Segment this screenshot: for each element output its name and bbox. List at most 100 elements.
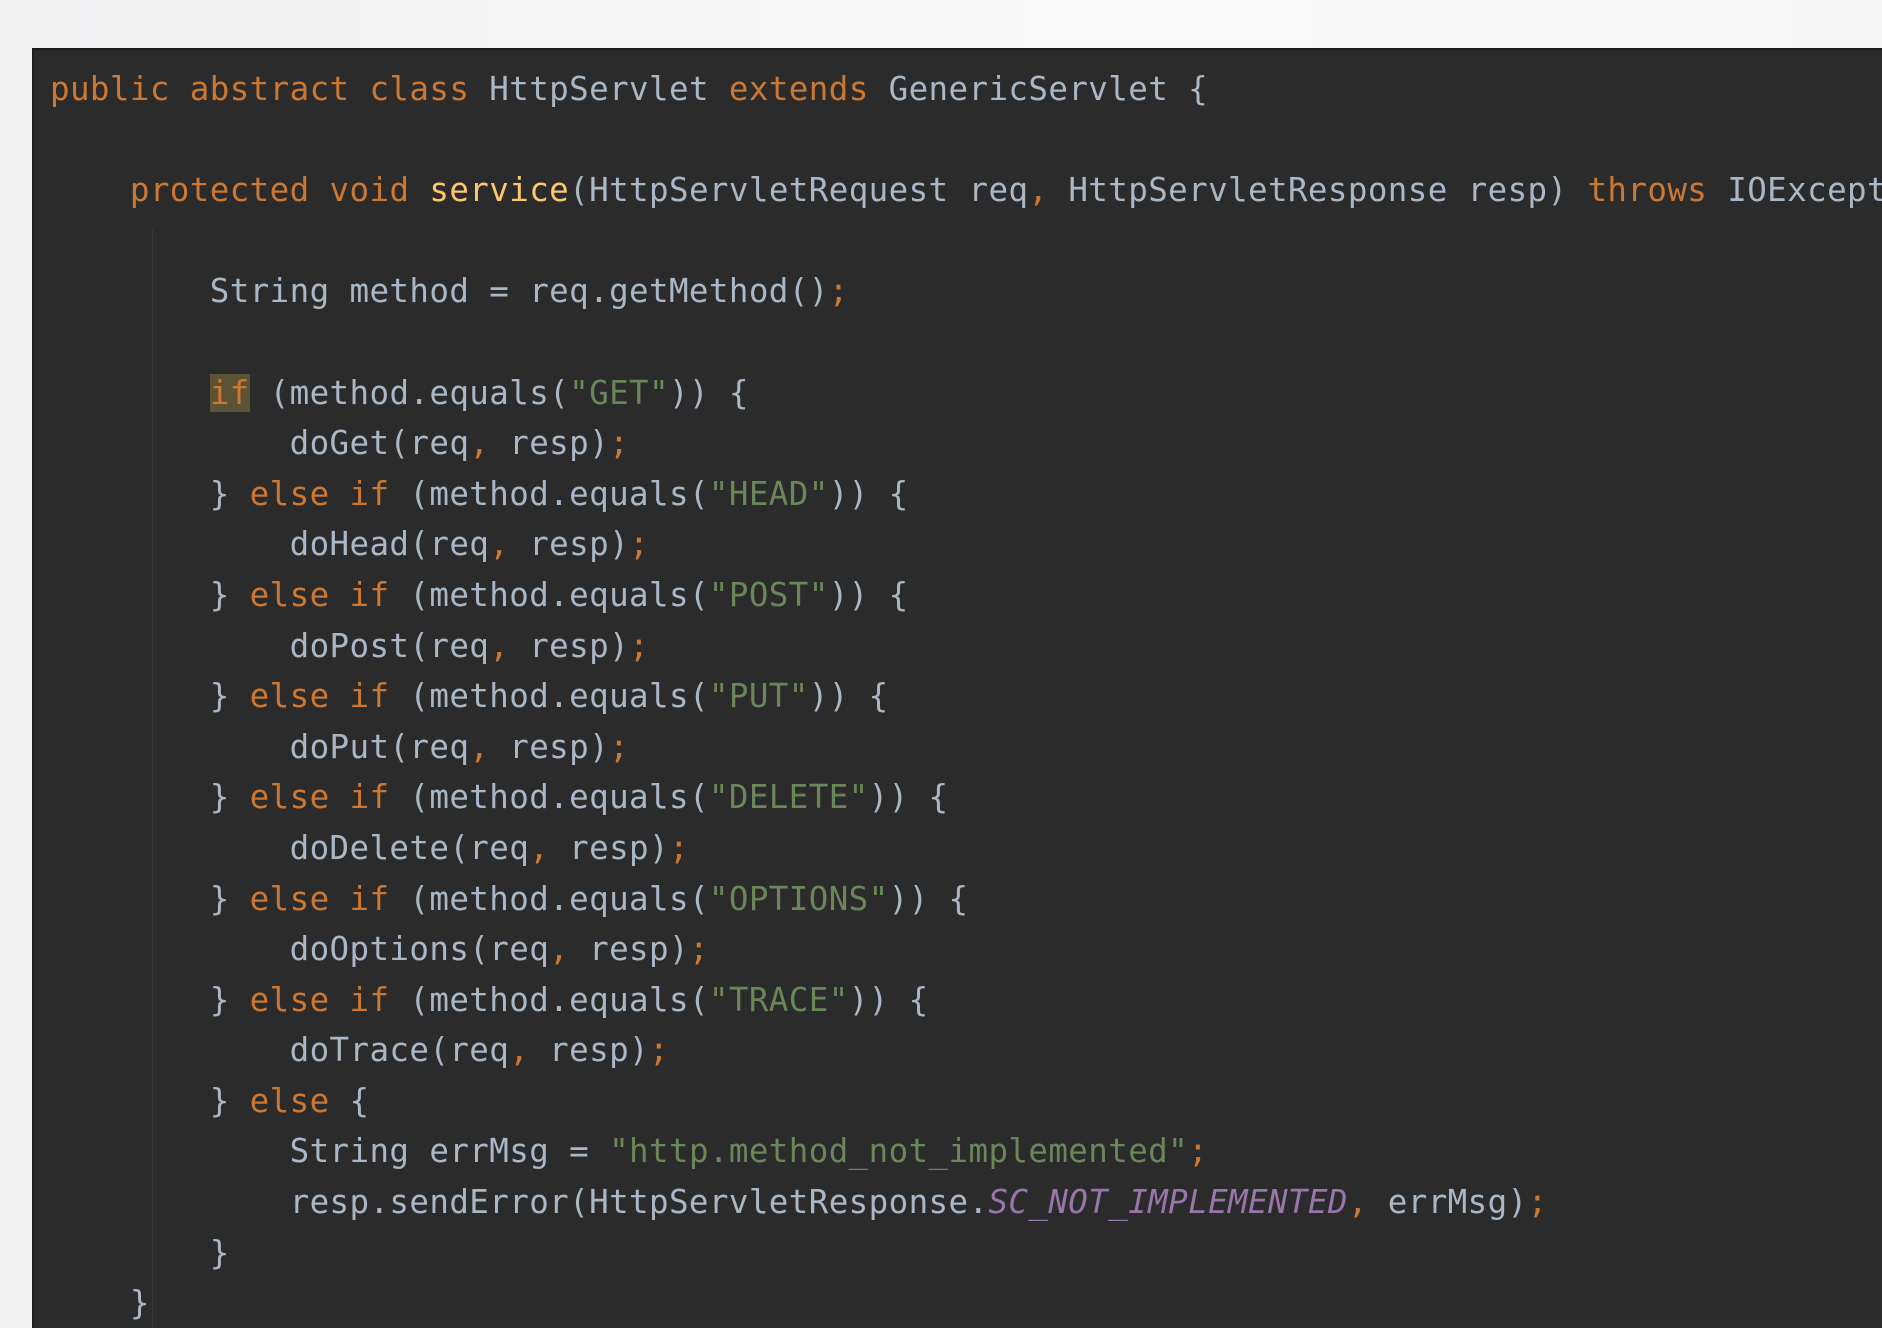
code-line[interactable]: doHead(req, resp); <box>50 519 1882 570</box>
code-token: , <box>1028 171 1069 210</box>
code-editor[interactable]: public abstract class HttpServlet extend… <box>32 48 1882 1328</box>
code-line[interactable]: } <box>50 1278 1882 1328</box>
code-line[interactable]: } else { <box>50 1076 1882 1127</box>
code-token: , <box>1347 1183 1388 1222</box>
code-token: (method.equals( <box>409 879 709 918</box>
code-token: resp) <box>549 1031 650 1070</box>
code-token: ; <box>828 272 849 311</box>
code-token: } <box>50 474 250 513</box>
code-token: String errMsg = <box>50 1132 610 1171</box>
code-token: resp) <box>589 930 689 969</box>
code-token: doHead(req <box>50 525 490 564</box>
code-token: , <box>529 828 570 867</box>
code-token: HttpServlet <box>489 70 729 108</box>
code-token: ; <box>629 525 650 564</box>
code-token: doPut(req <box>50 727 470 766</box>
code-token: doDelete(req <box>50 828 530 867</box>
code-line[interactable] <box>50 216 1882 267</box>
code-line[interactable]: } <box>50 1228 1882 1279</box>
code-line[interactable]: } else if (method.equals("HEAD")) { <box>50 469 1882 520</box>
code-token: )) { <box>808 677 889 716</box>
code-token: GenericServlet { <box>888 70 1209 108</box>
code-token: else if <box>249 778 410 817</box>
code-line[interactable]: doOptions(req, resp); <box>50 924 1882 975</box>
code-token: } <box>50 1284 150 1323</box>
code-line[interactable]: public abstract class HttpServlet extend… <box>50 64 1882 115</box>
code-line[interactable]: } else if (method.equals("TRACE")) { <box>50 975 1882 1026</box>
code-line[interactable]: String errMsg = "http.method_not_impleme… <box>50 1126 1882 1177</box>
code-token: resp.sendError(HttpServletResponse. <box>50 1183 989 1222</box>
code-token: )) { <box>668 373 749 412</box>
code-token: "DELETE" <box>708 778 869 817</box>
code-token: IOException { <box>1727 171 1882 210</box>
code-token: else if <box>249 879 410 918</box>
code-token: doTrace(req <box>50 1031 510 1070</box>
code-token: ; <box>668 828 689 867</box>
code-token: "POST" <box>708 575 829 614</box>
code-token: else if <box>249 677 410 716</box>
code-token: , <box>469 424 510 463</box>
code-token: "GET" <box>569 373 669 412</box>
code-token: ; <box>649 1031 669 1070</box>
code-token: "http.method_not_implemented" <box>609 1132 1189 1171</box>
code-token: } <box>50 778 250 817</box>
code-token: "HEAD" <box>708 474 829 513</box>
code-line[interactable]: resp.sendError(HttpServletResponse.SC_NO… <box>50 1177 1882 1228</box>
code-token: , <box>509 1031 550 1070</box>
code-token: else if <box>249 575 410 614</box>
code-token: )) { <box>868 778 949 817</box>
code-token: (method.equals( <box>409 677 709 716</box>
code-line[interactable]: doPut(req, resp); <box>50 722 1882 773</box>
code-token: (HttpServletRequest req <box>569 171 1029 210</box>
code-token: service <box>429 171 570 210</box>
code-line[interactable]: if (method.equals("GET")) { <box>50 368 1882 419</box>
code-token: resp) <box>569 828 669 867</box>
code-line[interactable] <box>50 115 1882 166</box>
code-token: resp) <box>509 424 610 463</box>
code-token: public abstract class <box>50 70 490 108</box>
code-token: ; <box>688 930 709 969</box>
code-token: "PUT" <box>708 677 809 716</box>
code-token: )) { <box>828 474 909 513</box>
code-line[interactable]: doGet(req, resp); <box>50 418 1882 469</box>
code-line[interactable]: doPost(req, resp); <box>50 621 1882 672</box>
code-token: HttpServletResponse resp) <box>1068 171 1588 210</box>
code-token: doGet(req <box>50 424 470 463</box>
code-token: ; <box>1527 1183 1548 1222</box>
code-token: resp) <box>509 727 610 766</box>
code-token: "TRACE" <box>708 980 849 1019</box>
code-token: } <box>50 575 250 614</box>
code-token: throws <box>1587 171 1728 210</box>
code-token: (method.equals( <box>409 575 709 614</box>
code-token: , <box>469 727 510 766</box>
code-line[interactable]: } else if (method.equals("OPTIONS")) { <box>50 874 1882 925</box>
code-token: (method.equals( <box>249 373 570 412</box>
code-line[interactable]: } else if (method.equals("PUT")) { <box>50 671 1882 722</box>
code-line[interactable]: } else if (method.equals("DELETE")) { <box>50 772 1882 823</box>
code-line[interactable] <box>50 317 1882 368</box>
code-token: (method.equals( <box>409 980 709 1019</box>
code-token: )) { <box>848 980 929 1019</box>
code-token: doOptions(req <box>50 930 550 969</box>
code-token: } <box>50 879 250 918</box>
code-token: extends <box>728 70 889 108</box>
code-line[interactable]: protected void service(HttpServletReques… <box>50 165 1882 216</box>
caret-highlighted-token: if <box>209 373 250 412</box>
code-line[interactable]: } else if (method.equals("POST")) { <box>50 570 1882 621</box>
code-token: protected void <box>129 171 430 210</box>
code-line[interactable]: doTrace(req, resp); <box>50 1025 1882 1076</box>
code-token: } <box>50 1081 250 1120</box>
code-token: String method = req.getMethod() <box>50 272 829 311</box>
code-token: else <box>249 1081 350 1120</box>
code-line[interactable]: doDelete(req, resp); <box>50 823 1882 874</box>
code-line[interactable]: String method = req.getMethod(); <box>50 266 1882 317</box>
code-token: "OPTIONS" <box>708 879 889 918</box>
code-area[interactable]: public abstract class HttpServlet extend… <box>50 64 1882 1328</box>
code-token: (method.equals( <box>409 474 709 513</box>
code-token: else if <box>249 474 410 513</box>
code-token: } <box>50 980 250 1019</box>
code-token: ; <box>629 626 650 665</box>
code-token: )) { <box>888 879 969 918</box>
